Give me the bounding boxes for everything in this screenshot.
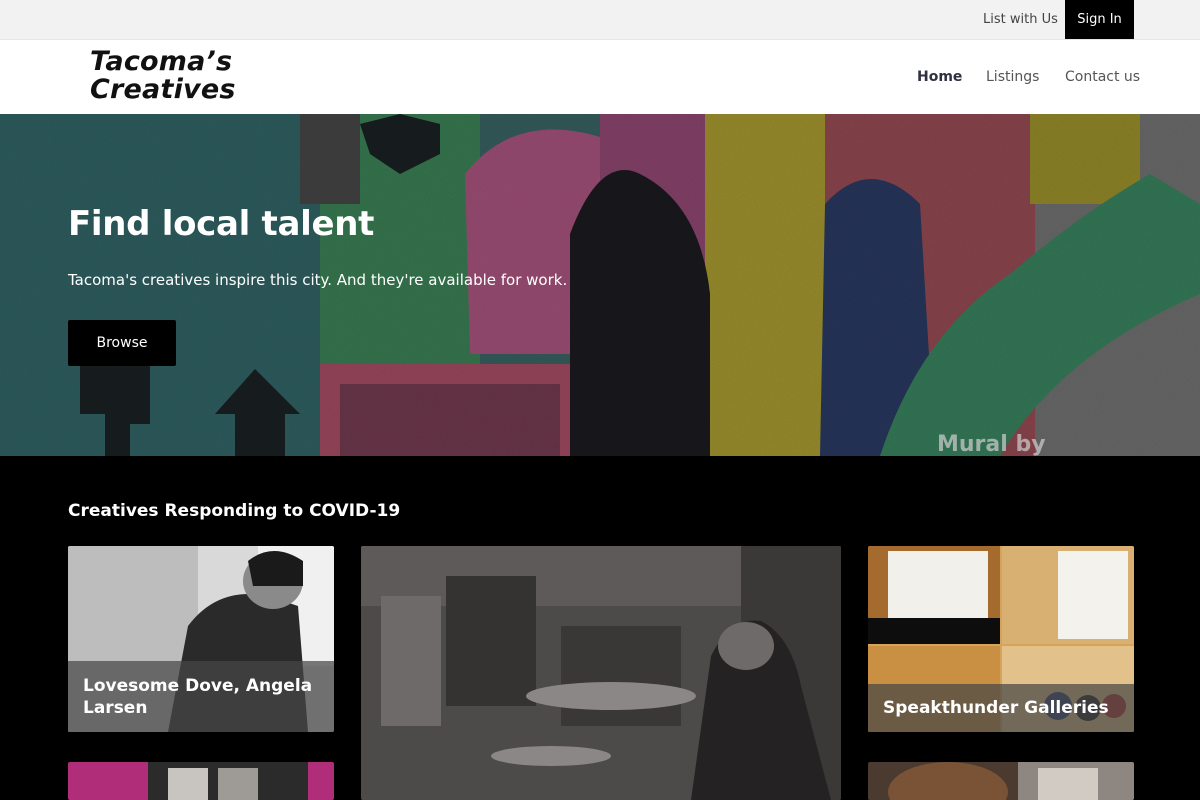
utility-bar: List with Us Sign In xyxy=(0,0,1200,39)
site-logo[interactable]: Tacoma’s Creatives xyxy=(90,48,236,104)
list-with-us-link[interactable]: List with Us xyxy=(983,12,1058,27)
creative-card[interactable]: Speakthunder Galleries xyxy=(868,546,1134,732)
creative-card[interactable] xyxy=(868,762,1134,800)
site-header: Tacoma’s Creatives Home Listings Contact… xyxy=(0,39,1200,114)
section-title: Creatives Responding to COVID-19 xyxy=(68,501,401,521)
creative-photo xyxy=(68,762,334,800)
creative-card[interactable] xyxy=(361,546,841,800)
creative-card[interactable]: Lovesome Dove, Angela Larsen xyxy=(68,546,334,732)
hero-banner: Find local talent Tacoma's creatives ins… xyxy=(0,114,1200,456)
card-caption-line-2: Larsen xyxy=(83,698,148,718)
card-caption-line-1: Lovesome Dove, Angela xyxy=(83,676,313,696)
sign-in-button[interactable]: Sign In xyxy=(1065,0,1134,39)
hero-title: Find local talent xyxy=(68,204,375,244)
card-caption: Speakthunder Galleries xyxy=(868,684,1134,732)
logo-line-1: Tacoma’s xyxy=(90,46,233,77)
nav-listings[interactable]: Listings xyxy=(986,69,1039,85)
hero-subtitle: Tacoma's creatives inspire this city. An… xyxy=(68,271,568,289)
card-caption: Lovesome Dove, Angela Larsen xyxy=(68,661,334,732)
creative-card[interactable] xyxy=(68,762,334,800)
nav-contact-us[interactable]: Contact us xyxy=(1065,69,1140,85)
drummer-photo xyxy=(361,546,841,800)
nav-home[interactable]: Home xyxy=(917,69,962,85)
logo-line-2: Creatives xyxy=(90,74,236,105)
mural-credit-text: Mural by xyxy=(937,432,1046,456)
browse-button[interactable]: Browse xyxy=(68,320,176,366)
creative-photo xyxy=(868,762,1134,800)
